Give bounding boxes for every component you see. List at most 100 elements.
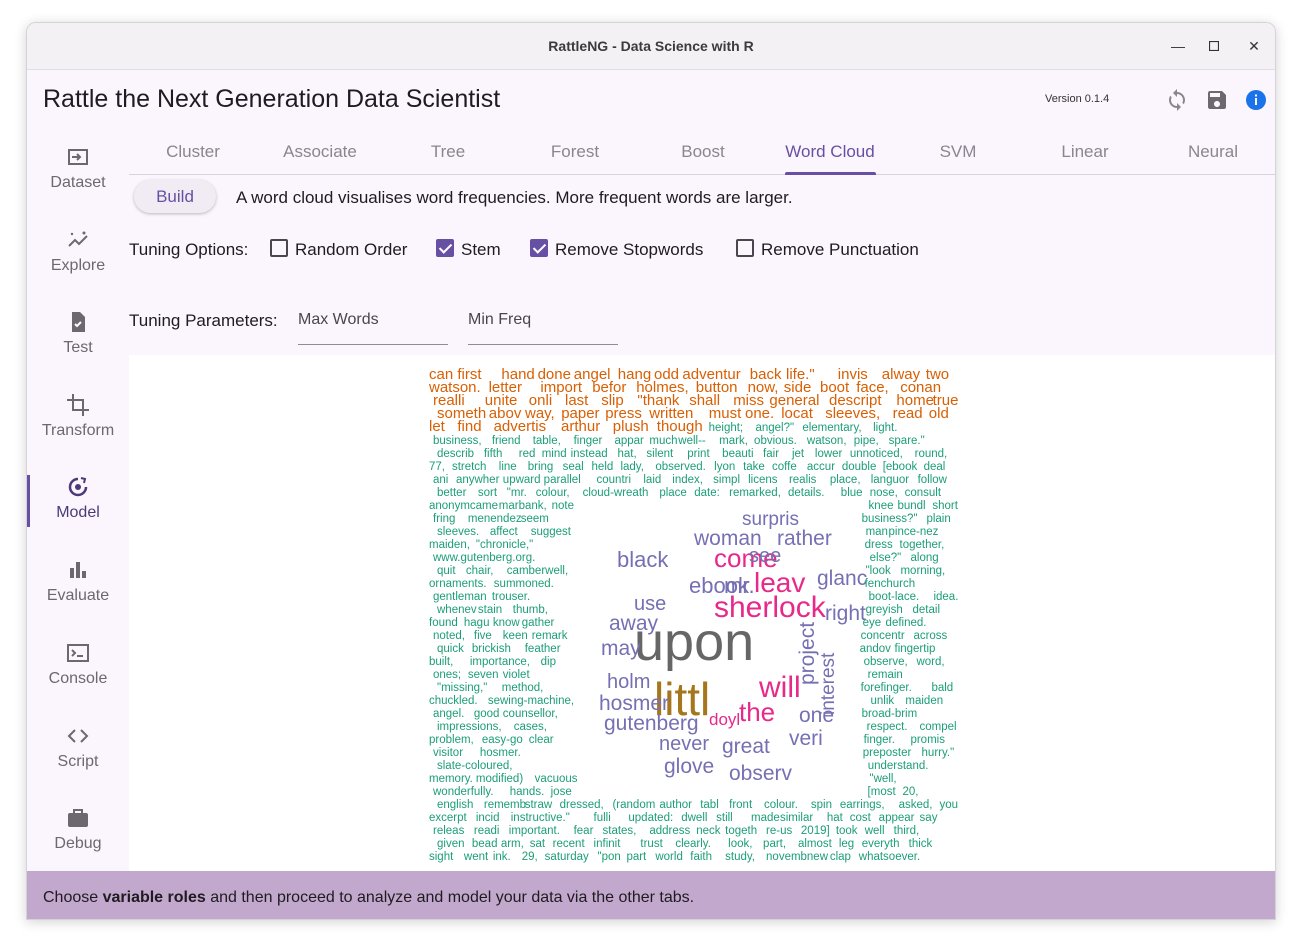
sidebar-item-evaluate[interactable]: Evaluate bbox=[27, 558, 129, 638]
word-cloud-word: affect bbox=[490, 526, 519, 538]
maximize-icon[interactable] bbox=[1203, 35, 1225, 57]
word-cloud-word: coffe bbox=[772, 461, 797, 473]
word-cloud-word: part bbox=[626, 851, 647, 863]
remove-punctuation-checkbox[interactable] bbox=[736, 239, 754, 257]
word-cloud-word: thick bbox=[909, 838, 933, 850]
word-cloud-word: plain bbox=[926, 513, 950, 525]
word-cloud-word: angel. bbox=[433, 708, 464, 720]
word-cloud-word: round, bbox=[915, 448, 948, 460]
sidebar-item-dataset[interactable]: Dataset bbox=[27, 145, 129, 225]
close-icon[interactable]: ✕ bbox=[1243, 35, 1265, 57]
tab-forest[interactable]: Forest bbox=[511, 142, 639, 162]
random-order-label[interactable]: Random Order bbox=[295, 240, 407, 260]
word-cloud-word: simpl bbox=[713, 474, 740, 486]
word-cloud-word: novemb bbox=[766, 851, 807, 863]
word-cloud-word: business, bbox=[433, 435, 482, 447]
word-cloud-word: cases, bbox=[514, 721, 547, 733]
word-cloud-word: find bbox=[457, 418, 481, 435]
word-cloud-word: anywher bbox=[456, 474, 500, 486]
sidebar-item-test[interactable]: Test bbox=[27, 310, 129, 390]
word-cloud-word: along bbox=[911, 552, 939, 564]
word-cloud-word: 20, bbox=[902, 786, 918, 798]
min-freq-field[interactable]: Min Freq bbox=[468, 289, 618, 345]
tab-boost[interactable]: Boost bbox=[639, 142, 767, 162]
tab-linear[interactable]: Linear bbox=[1021, 142, 1149, 162]
minimize-icon[interactable]: — bbox=[1167, 35, 1189, 57]
word-cloud-word: well bbox=[864, 825, 885, 837]
word-cloud-word: spin bbox=[811, 799, 832, 811]
word-cloud-word: nose, bbox=[870, 487, 898, 499]
crop-icon bbox=[67, 394, 89, 416]
word-cloud-word: broad-brim bbox=[862, 708, 918, 720]
word-cloud-word: chuckled. bbox=[429, 695, 478, 707]
word-cloud-word: arm, bbox=[501, 838, 524, 850]
stem-checkbox[interactable] bbox=[436, 239, 454, 257]
tab-cluster[interactable]: Cluster bbox=[129, 142, 257, 162]
word-cloud-word: finger. bbox=[864, 734, 895, 746]
word-cloud-word: deal bbox=[924, 461, 946, 473]
sidebar-item-console[interactable]: Console bbox=[27, 641, 129, 721]
word-cloud-word: part, bbox=[763, 838, 786, 850]
save-icon[interactable] bbox=[1205, 88, 1229, 112]
sidebar-item-transform[interactable]: Transform bbox=[27, 393, 129, 473]
word-cloud-word: 2019] bbox=[801, 825, 830, 837]
remove-punctuation-label[interactable]: Remove Punctuation bbox=[761, 240, 919, 260]
word-cloud-word: understand. bbox=[868, 760, 929, 772]
word-cloud-word: cost bbox=[850, 812, 872, 824]
word-cloud-word: saturday bbox=[545, 851, 589, 863]
build-button[interactable]: Build bbox=[134, 180, 216, 213]
remove-stopwords-label[interactable]: Remove Stopwords bbox=[555, 240, 703, 260]
sidebar-item-script[interactable]: Script bbox=[27, 724, 129, 804]
word-cloud-word: right bbox=[825, 602, 866, 625]
word-cloud-word: colour, bbox=[536, 487, 570, 499]
word-cloud-word: wonderfully. bbox=[432, 786, 494, 798]
tab-word-cloud[interactable]: Word Cloud bbox=[766, 142, 894, 162]
word-cloud-word: impressions, bbox=[437, 721, 502, 733]
word-cloud-word: languor bbox=[871, 474, 910, 486]
word-cloud-word: one. bbox=[745, 405, 774, 422]
word-cloud-word: know bbox=[493, 617, 521, 629]
word-cloud-word: ani bbox=[433, 474, 448, 486]
word-cloud-word: keen bbox=[503, 630, 528, 642]
word-cloud-word: rather bbox=[777, 527, 832, 550]
tab-neural[interactable]: Neural bbox=[1149, 142, 1275, 162]
word-cloud-word: table, bbox=[533, 435, 561, 447]
word-cloud-word: colour. bbox=[764, 799, 798, 811]
word-cloud-word: great bbox=[722, 735, 770, 758]
tab-svm[interactable]: SVM bbox=[894, 142, 1022, 162]
word-cloud-word: came bbox=[470, 500, 498, 512]
word-cloud-word: andov bbox=[860, 643, 892, 655]
word-cloud-word: you bbox=[940, 799, 959, 811]
info-icon[interactable] bbox=[1244, 88, 1268, 112]
stem-label[interactable]: Stem bbox=[461, 240, 501, 260]
word-cloud-word: sat bbox=[530, 838, 546, 850]
tuning-parameters-label: Tuning Parameters: bbox=[129, 311, 278, 330]
word-cloud-word: follow bbox=[918, 474, 948, 486]
sidebar-item-label: Script bbox=[57, 753, 99, 770]
word-cloud-word: third, bbox=[894, 825, 920, 837]
word-cloud-word: accur bbox=[807, 461, 835, 473]
word-cloud-word: dressed, bbox=[560, 799, 604, 811]
terminal-icon bbox=[67, 644, 89, 662]
tab-tree[interactable]: Tree bbox=[384, 142, 512, 162]
word-cloud-word: violet bbox=[503, 669, 531, 681]
word-cloud-word: business?" bbox=[862, 513, 918, 525]
word-cloud-image: uponlittlsherlockwillleavcometheebookmr.… bbox=[428, 366, 959, 863]
sidebar-item-explore[interactable]: Explore bbox=[27, 228, 129, 308]
word-cloud-word: sight bbox=[429, 851, 454, 863]
sidebar-item-model[interactable]: Model bbox=[27, 475, 129, 555]
word-cloud-word: finger bbox=[574, 435, 603, 447]
word-cloud-word: camberwell, bbox=[507, 565, 568, 577]
tab-associate[interactable]: Associate bbox=[256, 142, 384, 162]
random-order-checkbox[interactable] bbox=[270, 239, 288, 257]
word-cloud-word: hagu bbox=[464, 617, 490, 629]
max-words-field[interactable]: Max Words bbox=[298, 289, 448, 345]
refresh-icon[interactable] bbox=[1165, 88, 1189, 112]
word-cloud-word: spare." bbox=[889, 435, 925, 447]
word-cloud-word: project bbox=[796, 622, 819, 685]
word-cloud-word: defined. bbox=[886, 617, 927, 629]
remove-stopwords-checkbox[interactable] bbox=[530, 239, 548, 257]
word-cloud-word: went bbox=[463, 851, 489, 863]
word-cloud-word: leg bbox=[839, 838, 854, 850]
word-cloud-word: use bbox=[634, 593, 666, 615]
